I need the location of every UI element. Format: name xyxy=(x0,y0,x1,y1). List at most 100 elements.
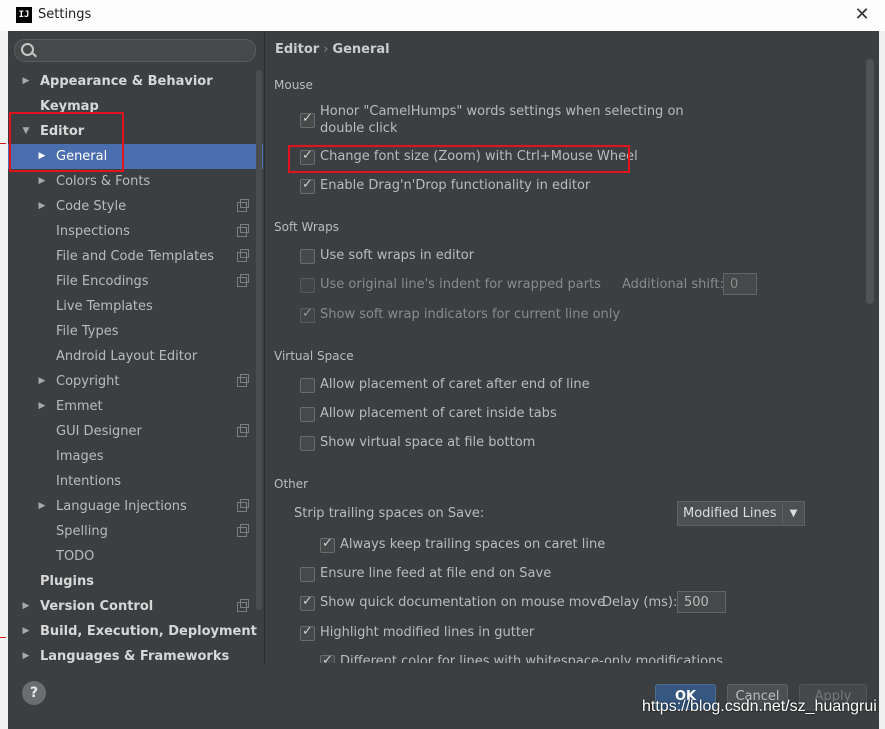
breadcrumb-current: General xyxy=(332,42,390,57)
strip-trailing-value: Modified Lines xyxy=(683,506,777,521)
sidebar-item-label: Images xyxy=(56,449,104,464)
project-scope-icon xyxy=(237,224,249,237)
sidebar-item-label: Inspections xyxy=(56,224,130,239)
watermark: https://blog.csdn.net/sz_huangrui xyxy=(642,698,877,715)
breadcrumb-parent: Editor xyxy=(275,42,320,57)
sidebar-item-label: Spelling xyxy=(56,524,108,539)
chevron-down-icon[interactable]: ▼ xyxy=(782,502,804,525)
camelhumps-checkbox[interactable] xyxy=(300,111,315,128)
sidebar-item-todo[interactable]: TODO xyxy=(8,544,263,569)
chevron-right-icon[interactable]: ▶ xyxy=(37,394,47,419)
sidebar-item-label: File Types xyxy=(56,324,119,339)
additional-shift-field[interactable]: 0 xyxy=(723,273,757,295)
highlight-modified-checkbox[interactable] xyxy=(300,624,315,641)
original-indent-checkbox[interactable] xyxy=(300,278,315,293)
caret-inside-tabs-checkbox[interactable] xyxy=(300,407,315,422)
sidebar-item-label: Copyright xyxy=(56,374,120,389)
annotation-box-editor xyxy=(9,112,124,172)
soft-wrap-indicators-checkbox[interactable] xyxy=(300,306,315,323)
sidebar-item-spelling[interactable]: Spelling xyxy=(8,519,263,544)
project-scope-icon xyxy=(237,199,249,212)
section-mouse: Mouse xyxy=(274,78,313,92)
dragdrop-checkbox[interactable] xyxy=(300,177,315,194)
sidebar-item-emmet[interactable]: ▶ Emmet xyxy=(8,394,263,419)
virtual-space-bottom-checkbox[interactable] xyxy=(300,436,315,451)
content-scrollbar[interactable] xyxy=(866,59,874,304)
sidebar-item-label: Build, Execution, Deployment xyxy=(40,624,257,639)
sidebar-item-file-and-code-templates[interactable]: File and Code Templates xyxy=(8,244,263,269)
project-scope-icon xyxy=(237,249,249,262)
sidebar-item-label: TODO xyxy=(56,549,95,564)
sidebar-item-file-types[interactable]: File Types xyxy=(8,319,263,344)
sidebar-item-appearance-behavior[interactable]: ▶ Appearance & Behavior xyxy=(8,69,263,94)
sidebar-item-label: File Encodings xyxy=(56,274,149,289)
sidebar-item-label: Appearance & Behavior xyxy=(40,74,213,89)
different-color-label: Different color for lines with whitespac… xyxy=(340,654,724,663)
sidebar-item-version-control[interactable]: ▶ Version Control xyxy=(8,594,263,619)
project-scope-icon xyxy=(237,374,249,387)
breadcrumb-separator: › xyxy=(323,42,329,57)
quick-doc-checkbox[interactable] xyxy=(300,594,315,611)
sidebar-item-code-style[interactable]: ▶ Code Style xyxy=(8,194,263,219)
search-input[interactable] xyxy=(14,39,256,62)
quick-doc-label: Show quick documentation on mouse move xyxy=(320,595,606,610)
chevron-right-icon[interactable]: ▶ xyxy=(21,69,31,94)
sidebar-item-gui-designer[interactable]: GUI Designer xyxy=(8,419,263,444)
sidebar-item-label: Language Injections xyxy=(56,499,187,514)
sidebar-item-colors-fonts[interactable]: ▶ Colors & Fonts xyxy=(8,169,263,194)
intellij-logo-icon: IJ xyxy=(16,7,32,23)
keep-trailing-checkbox[interactable] xyxy=(320,536,335,553)
title-bar: IJ Settings ✕ xyxy=(0,0,885,32)
camelhumps-label: Honor "CamelHumps" words settings when s… xyxy=(320,104,684,119)
strip-trailing-dropdown[interactable]: Modified Lines ▼ xyxy=(677,501,805,526)
section-other: Other xyxy=(274,477,309,491)
sidebar-item-live-templates[interactable]: Live Templates xyxy=(8,294,263,319)
sidebar-item-file-encodings[interactable]: File Encodings xyxy=(8,269,263,294)
chevron-right-icon[interactable]: ▶ xyxy=(21,594,31,619)
sidebar-item-label: Android Layout Editor xyxy=(56,349,198,364)
chevron-right-icon[interactable]: ▶ xyxy=(21,619,31,644)
caret-after-end-checkbox[interactable] xyxy=(300,378,315,393)
delay-field[interactable]: 500 xyxy=(677,591,726,613)
sidebar-item-plugins[interactable]: Plugins xyxy=(8,569,263,594)
sidebar-item-inspections[interactable]: Inspections xyxy=(8,219,263,244)
section-virtual-space: Virtual Space xyxy=(274,349,354,363)
help-icon[interactable]: ? xyxy=(22,681,46,705)
sidebar-item-intentions[interactable]: Intentions xyxy=(8,469,263,494)
soft-wraps-checkbox[interactable] xyxy=(300,249,315,264)
project-scope-icon xyxy=(237,524,249,537)
chevron-right-icon[interactable]: ▶ xyxy=(37,169,47,194)
close-icon[interactable]: ✕ xyxy=(852,3,872,27)
sidebar-item-build-execution-deployment[interactable]: ▶ Build, Execution, Deployment xyxy=(8,619,263,644)
delay-label: Delay (ms): xyxy=(602,595,678,610)
chevron-right-icon[interactable]: ▶ xyxy=(37,194,47,219)
sidebar-scrollbar[interactable] xyxy=(256,70,262,610)
sidebar-item-label: Plugins xyxy=(40,574,94,589)
chevron-right-icon[interactable]: ▶ xyxy=(37,369,47,394)
additional-shift-label: Additional shift: xyxy=(622,277,724,292)
project-scope-icon xyxy=(237,274,249,287)
camelhumps-label-cont: double click xyxy=(320,121,398,136)
line-feed-label: Ensure line feed at file end on Save xyxy=(320,566,552,581)
sidebar-item-images[interactable]: Images xyxy=(8,444,263,469)
sidebar-item-label: Live Templates xyxy=(56,299,153,314)
sidebar-item-label: Intentions xyxy=(56,474,122,489)
virtual-space-bottom-label: Show virtual space at file bottom xyxy=(320,435,536,450)
sidebar-item-label: Version Control xyxy=(40,599,154,614)
original-indent-label: Use original line's indent for wrapped p… xyxy=(320,277,601,292)
sidebar-item-label: Colors & Fonts xyxy=(56,174,151,189)
sidebar-item-language-injections[interactable]: ▶ Language Injections xyxy=(8,494,263,519)
project-scope-icon xyxy=(237,499,249,512)
line-feed-checkbox[interactable] xyxy=(300,567,315,582)
different-color-checkbox[interactable] xyxy=(320,653,335,663)
breadcrumb: Editor › General xyxy=(275,42,390,57)
section-soft-wraps: Soft Wraps xyxy=(274,220,339,234)
window-edge xyxy=(0,31,8,729)
annotation-mark xyxy=(0,143,6,144)
chevron-right-icon[interactable]: ▶ xyxy=(37,494,47,519)
window-title: Settings xyxy=(38,7,92,22)
sidebar-item-copyright[interactable]: ▶ Copyright xyxy=(8,369,263,394)
keep-trailing-label: Always keep trailing spaces on caret lin… xyxy=(340,537,606,552)
sidebar-item-label: GUI Designer xyxy=(56,424,142,439)
sidebar-item-android-layout-editor[interactable]: Android Layout Editor xyxy=(8,344,263,369)
